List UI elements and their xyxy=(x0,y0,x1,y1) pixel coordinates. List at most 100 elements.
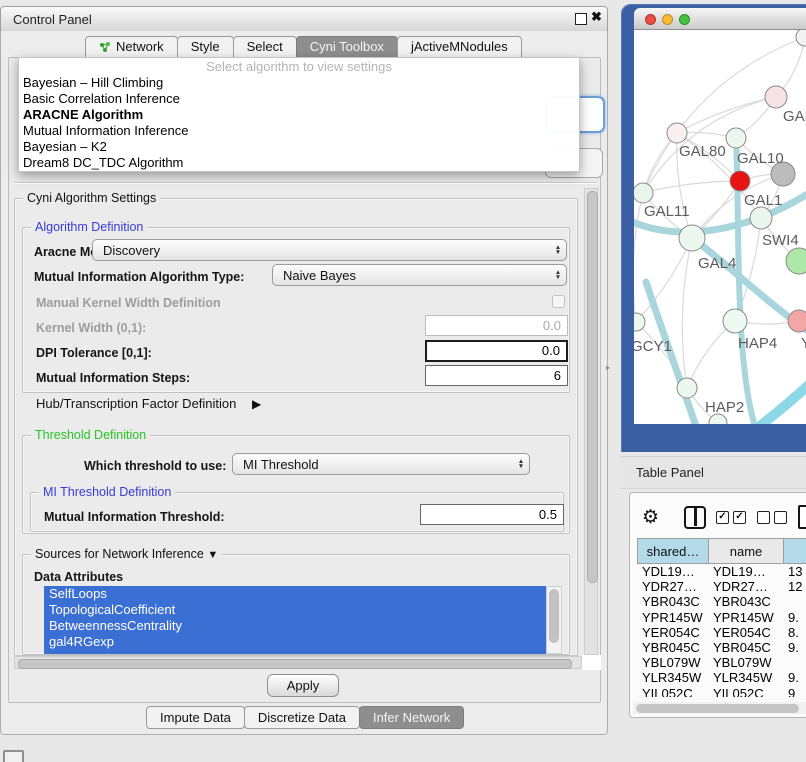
hub-definition-section[interactable]: Hub/Transcription Factor Definition ▶ xyxy=(36,396,261,411)
table-column-header[interactable]: shared… xyxy=(637,538,708,564)
checked-checkbox-icon[interactable]: ✓ xyxy=(733,511,746,524)
settings-horizontal-scrollbar[interactable] xyxy=(14,656,582,669)
table-cell: YDL19… xyxy=(708,564,783,579)
attribute-list-item[interactable]: gal4RGexp xyxy=(44,634,546,650)
close-traffic-light-icon[interactable] xyxy=(645,14,656,25)
mi-threshold-field[interactable]: 0.5 xyxy=(420,504,564,525)
network-node-label: GAL11 xyxy=(644,203,690,220)
split-columns-icon[interactable] xyxy=(684,506,706,529)
network-node-gal11[interactable] xyxy=(634,183,653,203)
collapsed-panel-icon[interactable] xyxy=(3,750,24,762)
tab-infer-network[interactable]: Infer Network xyxy=(359,706,464,729)
unchecked-checkbox-icon[interactable] xyxy=(774,511,787,524)
network-edge[interactable] xyxy=(643,181,740,193)
kernel-width-field[interactable]: 0.0 xyxy=(425,315,568,336)
network-edge[interactable] xyxy=(634,193,643,322)
network-node-label: GAL80 xyxy=(679,143,726,160)
table-cell: 9. xyxy=(783,670,806,685)
network-edge[interactable] xyxy=(682,238,692,388)
new-table-icon[interactable] xyxy=(798,505,806,529)
dropdown-item[interactable]: Basic Correlation Inference xyxy=(19,91,579,107)
network-node-hap4[interactable] xyxy=(723,309,747,333)
bottom-tabs: Impute DataDiscretize DataInfer Network xyxy=(146,707,463,729)
network-node-gal80[interactable] xyxy=(667,123,687,143)
table-row[interactable]: YBR043CYBR043C xyxy=(637,594,806,609)
network-node-swi4[interactable] xyxy=(750,207,772,229)
apply-button[interactable]: Apply xyxy=(267,674,339,697)
table-row[interactable]: YBL079WYBL079W xyxy=(637,655,806,670)
attributes-list-scrollbar[interactable] xyxy=(546,586,562,654)
expand-right-icon[interactable]: ▶ xyxy=(252,397,261,411)
table-row[interactable]: YDL19…YDL19…13 xyxy=(637,564,806,579)
table-row[interactable]: YLR345WYLR345W9. xyxy=(637,670,806,685)
network-edge-weighted[interactable] xyxy=(752,380,806,424)
table-row[interactable]: YDR27…YDR27…12 xyxy=(637,579,806,594)
float-window-icon[interactable] xyxy=(575,13,587,25)
network-window-titlebar[interactable] xyxy=(634,8,806,30)
table-cell: YPR145W xyxy=(708,610,783,625)
table-cell: YBL079W xyxy=(637,655,708,670)
tab-network[interactable]: Network xyxy=(85,36,178,58)
table-cell: 12 xyxy=(783,579,806,594)
attribute-list-item[interactable]: TopologicalCoefficient xyxy=(44,602,546,618)
network-node-hap2[interactable] xyxy=(677,378,697,398)
network-node-gal1[interactable] xyxy=(730,171,750,191)
tab-discretize-data[interactable]: Discretize Data xyxy=(244,706,360,729)
network-node-gal10[interactable] xyxy=(726,128,746,148)
table-cell: YLR345W xyxy=(708,670,783,685)
combo-arrows-icon: ▲▼ xyxy=(513,459,529,469)
network-node-gal4[interactable] xyxy=(679,225,705,251)
table-row[interactable]: YIL052CYIL052C9 xyxy=(637,686,806,698)
manual-kernel-checkbox[interactable] xyxy=(552,295,565,308)
settings-vertical-scrollbar[interactable] xyxy=(584,188,598,655)
manual-kernel-label: Manual Kernel Width Definition xyxy=(36,296,221,310)
network-node[interactable] xyxy=(796,30,806,46)
zoom-traffic-light-icon[interactable] xyxy=(679,14,690,25)
dropdown-item[interactable]: Dream8 DC_TDC Algorithm xyxy=(19,155,579,171)
scrollbar-thumb[interactable] xyxy=(549,589,559,643)
tab-style[interactable]: Style xyxy=(177,36,234,58)
table-column-header[interactable]: name xyxy=(708,538,783,564)
network-canvas[interactable]: GALGAL80GAL10GAL1GAL11SWI4GAL4GCY1HAP4YH… xyxy=(634,30,806,424)
attribute-list-item[interactable]: SelfLoops xyxy=(44,586,546,602)
unchecked-checkbox-icon[interactable] xyxy=(757,511,770,524)
attribute-list-item[interactable]: BetweennessCentrality xyxy=(44,618,546,634)
dropdown-item[interactable]: ARACNE Algorithm xyxy=(19,107,579,123)
table-column-header[interactable]: A xyxy=(783,538,806,564)
tab-jactivemnodules[interactable]: jActiveMNodules xyxy=(397,36,522,58)
network-node-y[interactable] xyxy=(788,310,806,332)
which-threshold-combobox[interactable]: MI Threshold ▲▼ xyxy=(232,453,530,475)
tab-cyni-toolbox[interactable]: Cyni Toolbox xyxy=(296,36,398,58)
network-node-label: SWI4 xyxy=(762,232,799,249)
table-row[interactable]: YER054CYER054C8. xyxy=(637,625,806,640)
dropdown-item[interactable]: Bayesian – K2 xyxy=(19,139,579,155)
aracne-mode-value: Discovery xyxy=(93,243,550,258)
tab-select[interactable]: Select xyxy=(233,36,297,58)
network-node-gcy1[interactable] xyxy=(634,313,645,331)
network-node-label: GAL1 xyxy=(744,192,782,209)
data-attributes-list[interactable]: SelfLoopsTopologicalCoefficientBetweenne… xyxy=(44,586,546,654)
dropdown-item[interactable]: Mutual Information Inference xyxy=(19,123,579,139)
table-row[interactable]: YBR045CYBR045C9. xyxy=(637,640,806,655)
network-graph[interactable]: GALGAL80GAL10GAL1GAL11SWI4GAL4GCY1HAP4YH… xyxy=(634,30,806,424)
network-node-gal[interactable] xyxy=(765,86,787,108)
dpi-tolerance-field[interactable]: 0.0 xyxy=(425,340,568,362)
mi-type-combobox[interactable]: Naive Bayes ▲▼ xyxy=(272,264,567,286)
scrollbar-thumb[interactable] xyxy=(587,191,598,583)
close-icon[interactable]: ✖ xyxy=(591,9,602,25)
minimize-traffic-light-icon[interactable] xyxy=(662,14,673,25)
scrollbar-thumb[interactable] xyxy=(636,704,799,713)
gear-icon[interactable]: ⚙ xyxy=(642,506,659,529)
checked-checkbox-icon[interactable]: ✓ xyxy=(716,511,729,524)
split-handle-icon[interactable]: ▸ xyxy=(606,363,610,372)
scrollbar-thumb[interactable] xyxy=(18,659,572,669)
mi-steps-field[interactable]: 6 xyxy=(425,365,568,386)
table-row[interactable]: YPR145WYPR145W9. xyxy=(637,610,806,625)
collapse-down-icon[interactable]: ▼ xyxy=(207,549,218,561)
dropdown-item[interactable]: Bayesian – Hill Climbing xyxy=(19,75,579,91)
table-horizontal-scrollbar[interactable] xyxy=(633,702,806,714)
tab-impute-data[interactable]: Impute Data xyxy=(146,706,245,729)
network-node-label: Y xyxy=(801,335,806,352)
aracne-mode-combobox[interactable]: Discovery ▲▼ xyxy=(92,239,567,261)
table-cell: YIL052C xyxy=(637,686,708,698)
